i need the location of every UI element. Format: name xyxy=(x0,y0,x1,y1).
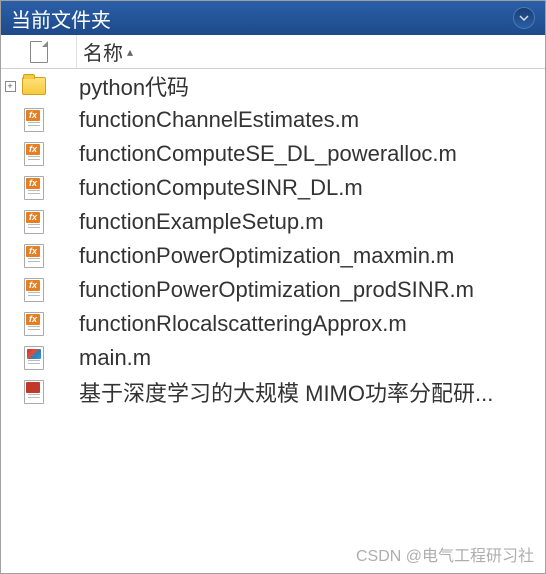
list-item[interactable]: main.m xyxy=(1,341,545,375)
column-header-name-label: 名称 xyxy=(83,37,123,66)
list-item[interactable]: + python代码 xyxy=(1,69,545,103)
function-file-icon xyxy=(24,108,44,132)
item-name: functionComputeSINR_DL.m xyxy=(49,175,541,201)
list-item[interactable]: functionExampleSetup.m xyxy=(1,205,545,239)
list-item[interactable]: functionChannelEstimates.m xyxy=(1,103,545,137)
item-name: functionPowerOptimization_prodSINR.m xyxy=(49,277,541,303)
function-file-icon xyxy=(24,176,44,200)
function-file-icon xyxy=(24,312,44,336)
item-name: functionPowerOptimization_maxmin.m xyxy=(49,243,541,269)
file-icon xyxy=(30,41,48,63)
item-name: python代码 xyxy=(49,70,541,102)
item-icon-cell xyxy=(19,108,49,132)
item-name: functionExampleSetup.m xyxy=(49,209,541,235)
item-icon-cell xyxy=(19,77,49,95)
function-file-icon xyxy=(24,244,44,268)
panel-menu-button[interactable] xyxy=(513,7,535,29)
function-file-icon xyxy=(24,210,44,234)
expand-cell[interactable]: + xyxy=(1,81,19,92)
list-item[interactable]: functionComputeSE_DL_poweralloc.m xyxy=(1,137,545,171)
titlebar: 当前文件夹 xyxy=(1,1,545,35)
column-header-name[interactable]: 名称 ▴ xyxy=(77,33,545,70)
item-icon-cell xyxy=(19,142,49,166)
expand-icon[interactable]: + xyxy=(5,81,16,92)
item-icon-cell xyxy=(19,346,49,370)
header-icon-cell xyxy=(1,35,77,68)
current-folder-panel: 当前文件夹 名称 ▴ + python代码 functionChannelEstim… xyxy=(0,0,546,574)
file-list: + python代码 functionChannelEstimates.m funct… xyxy=(1,69,545,573)
item-name: functionComputeSE_DL_poweralloc.m xyxy=(49,141,541,167)
matlab-file-icon xyxy=(24,346,44,370)
item-icon-cell xyxy=(19,380,49,404)
list-item[interactable]: functionPowerOptimization_maxmin.m xyxy=(1,239,545,273)
function-file-icon xyxy=(24,142,44,166)
chevron-down-icon xyxy=(519,15,529,21)
item-icon-cell xyxy=(19,210,49,234)
list-item[interactable]: functionComputeSINR_DL.m xyxy=(1,171,545,205)
list-item[interactable]: functionPowerOptimization_prodSINR.m xyxy=(1,273,545,307)
folder-icon xyxy=(22,77,46,95)
list-item[interactable]: 基于深度学习的大规模 MIMO功率分配研... xyxy=(1,375,545,409)
function-file-icon xyxy=(24,278,44,302)
item-name: functionRlocalscatteringApprox.m xyxy=(49,311,541,337)
item-icon-cell xyxy=(19,176,49,200)
column-header-row[interactable]: 名称 ▴ xyxy=(1,35,545,69)
item-icon-cell xyxy=(19,244,49,268)
item-name: 基于深度学习的大规模 MIMO功率分配研... xyxy=(49,376,541,408)
pdf-file-icon xyxy=(24,380,44,404)
item-icon-cell xyxy=(19,312,49,336)
item-icon-cell xyxy=(19,278,49,302)
item-name: main.m xyxy=(49,345,541,371)
panel-title: 当前文件夹 xyxy=(11,4,111,33)
list-item[interactable]: functionRlocalscatteringApprox.m xyxy=(1,307,545,341)
sort-ascending-icon: ▴ xyxy=(127,45,133,59)
item-name: functionChannelEstimates.m xyxy=(49,107,541,133)
